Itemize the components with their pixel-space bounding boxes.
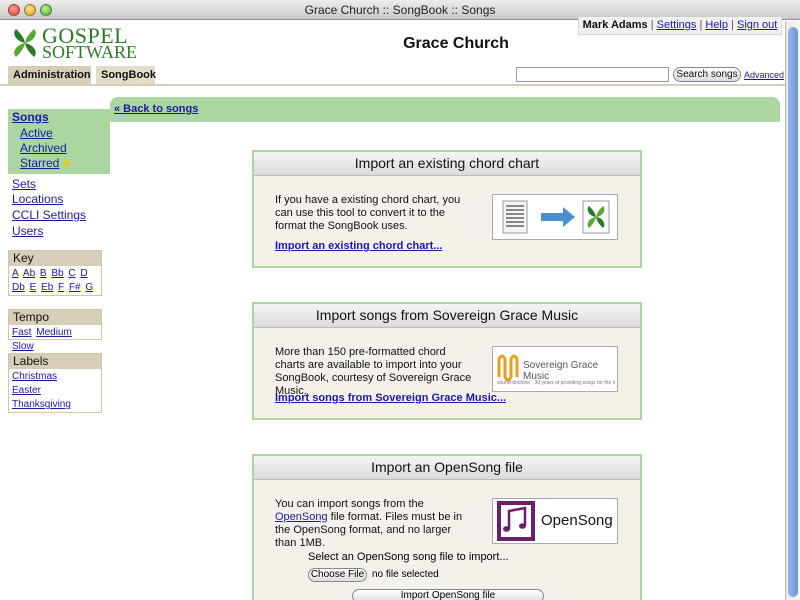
key-link[interactable]: C bbox=[68, 268, 75, 279]
key-link[interactable]: F# bbox=[69, 282, 81, 293]
import-opensong-button[interactable]: Import OpenSong file bbox=[352, 589, 544, 600]
close-window-button[interactable] bbox=[8, 4, 20, 16]
panel-description: If you have a existing chord chart, you … bbox=[275, 194, 461, 232]
key-box-title: Key bbox=[9, 251, 101, 266]
key-link[interactable]: G bbox=[85, 282, 93, 293]
user-name: Mark Adams bbox=[582, 19, 648, 31]
tempo-box-title: Tempo bbox=[9, 310, 101, 325]
chord-chart-conversion-image bbox=[492, 194, 618, 240]
opensong-link[interactable]: OpenSong bbox=[275, 511, 328, 523]
sidebar-item-starred-wrap: Starred ★ bbox=[20, 156, 72, 170]
sidebar-item-starred[interactable]: Starred bbox=[20, 156, 59, 170]
key-link[interactable]: A bbox=[12, 268, 19, 279]
key-link[interactable]: Ab bbox=[23, 268, 35, 279]
sidebar-item-archived[interactable]: Archived bbox=[20, 141, 67, 155]
tempo-filter-box: Tempo Fast Medium Slow bbox=[8, 309, 102, 352]
key-link[interactable]: Bb bbox=[51, 268, 63, 279]
nav-separator: | bbox=[699, 19, 703, 31]
document-to-songbook-icon bbox=[502, 200, 610, 234]
sidebar-songs-group: Songs Active Archived Starred ★ bbox=[8, 109, 110, 174]
key-link[interactable]: D bbox=[80, 268, 87, 279]
key-link[interactable]: Eb bbox=[41, 282, 53, 293]
import-opensong-panel: Import an OpenSong file You can import s… bbox=[252, 454, 642, 600]
label-link[interactable]: Thanksgiving bbox=[12, 399, 71, 410]
window-title: Grace Church :: SongBook :: Songs bbox=[304, 3, 496, 17]
sidebar-item-users[interactable]: Users bbox=[12, 224, 43, 238]
page-title: Grace Church bbox=[403, 35, 509, 52]
user-nav: Mark Adams | Settings | Help | Sign out bbox=[578, 17, 782, 35]
sgm-logo-text: Sovereign Grace Music bbox=[523, 360, 599, 382]
key-link[interactable]: E bbox=[30, 282, 37, 293]
key-link[interactable]: Db bbox=[12, 282, 25, 293]
label-link[interactable]: Easter bbox=[12, 385, 41, 396]
page-scrollbar[interactable] bbox=[785, 21, 800, 600]
tempo-link[interactable]: Slow bbox=[12, 341, 34, 352]
gospel-software-logo[interactable]: GOSPEL SOFTWARE bbox=[10, 25, 140, 62]
file-prompt: Select an OpenSong song file to import..… bbox=[308, 551, 509, 563]
sign-out-link[interactable]: Sign out bbox=[737, 19, 777, 31]
panel-description: More than 150 pre-formatted chord charts… bbox=[275, 346, 472, 397]
sovereign-grace-logo: Sovereign Grace Music sound-doctrine · 3… bbox=[492, 346, 618, 392]
key-row-2: Db E Eb F F# G bbox=[12, 281, 98, 295]
labels-filter-box: Labels Christmas Easter Thanksgiving bbox=[8, 353, 102, 413]
import-chord-chart-panel: Import an existing chord chart If you ha… bbox=[252, 150, 642, 268]
opensong-logo-text: OpenSong bbox=[541, 512, 613, 529]
key-link[interactable]: B bbox=[40, 268, 47, 279]
tab-administration[interactable]: Administration bbox=[8, 66, 91, 84]
tab-songbook[interactable]: SongBook bbox=[96, 66, 156, 84]
labels-box-title: Labels bbox=[9, 354, 101, 369]
sidebar-item-songs[interactable]: Songs bbox=[12, 110, 49, 124]
tab-divider bbox=[0, 84, 800, 86]
advanced-search-link[interactable]: Advanced bbox=[744, 70, 784, 80]
main-header-bar: « Back to songs bbox=[110, 97, 780, 122]
leaf-cross-icon bbox=[14, 29, 36, 57]
search-input[interactable] bbox=[516, 67, 669, 82]
import-sgm-panel: Import songs from Sovereign Grace Music … bbox=[252, 302, 642, 420]
nav-separator: | bbox=[650, 19, 654, 31]
opensong-logo: OpenSong bbox=[492, 498, 618, 544]
logo-text-software: SOFTWARE bbox=[42, 42, 138, 62]
sgm-logo-subtext: sound-doctrine · 30 years of providing s… bbox=[497, 380, 615, 386]
file-status: no file selected bbox=[372, 569, 439, 580]
panel-title: Import an OpenSong file bbox=[254, 456, 640, 480]
description-text: You can import songs from the bbox=[275, 498, 424, 510]
label-link[interactable]: Christmas bbox=[12, 371, 57, 382]
key-row-1: A Ab B Bb C D bbox=[12, 267, 98, 281]
sidebar-item-locations[interactable]: Locations bbox=[12, 192, 63, 206]
search-songs-button[interactable]: Search songs bbox=[673, 67, 741, 82]
sidebar-item-sets[interactable]: Sets bbox=[12, 177, 36, 191]
help-link[interactable]: Help bbox=[705, 19, 728, 31]
settings-link[interactable]: Settings bbox=[657, 19, 697, 31]
zoom-window-button[interactable] bbox=[40, 4, 52, 16]
back-to-songs-link[interactable]: « Back to songs bbox=[114, 103, 198, 115]
panel-title: Import an existing chord chart bbox=[254, 152, 640, 176]
scrollbar-thumb[interactable] bbox=[788, 27, 798, 597]
key-link[interactable]: F bbox=[58, 282, 64, 293]
key-filter-box: Key A Ab B Bb C D Db E Eb F F# G bbox=[8, 250, 102, 296]
star-icon: ★ bbox=[61, 156, 73, 170]
tempo-link[interactable]: Fast bbox=[12, 327, 31, 338]
tempo-link[interactable]: Medium bbox=[36, 327, 72, 338]
panel-description: You can import songs from the OpenSong f… bbox=[275, 498, 475, 550]
choose-file-button[interactable]: Choose File bbox=[308, 568, 367, 582]
import-sgm-link[interactable]: Import songs from Sovereign Grace Music.… bbox=[275, 392, 506, 404]
import-chord-chart-link[interactable]: Import an existing chord chart... bbox=[275, 240, 442, 252]
minimize-window-button[interactable] bbox=[24, 4, 36, 16]
sidebar-item-ccli-settings[interactable]: CCLI Settings bbox=[12, 208, 86, 222]
nav-separator: | bbox=[731, 19, 734, 31]
sidebar-item-active[interactable]: Active bbox=[20, 126, 53, 140]
panel-title: Import songs from Sovereign Grace Music bbox=[254, 304, 640, 328]
